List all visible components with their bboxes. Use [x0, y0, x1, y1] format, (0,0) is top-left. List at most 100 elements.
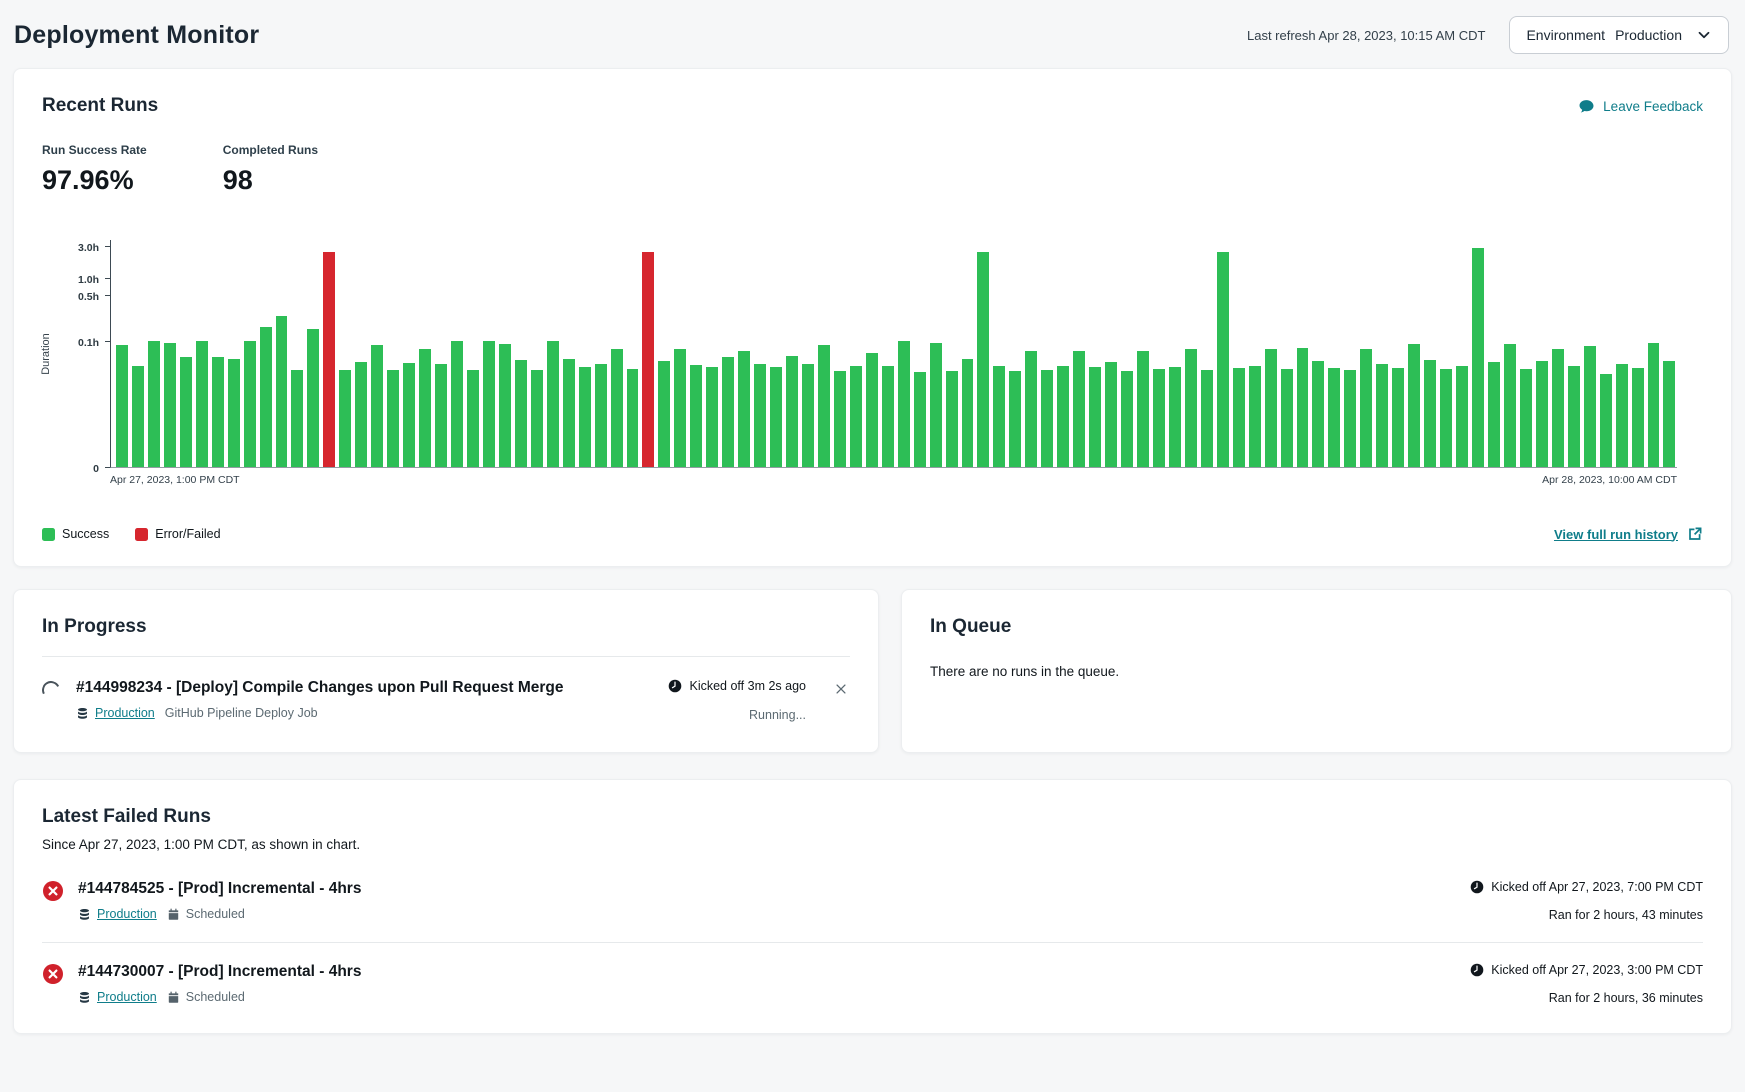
run-bar-success[interactable]	[403, 363, 415, 467]
run-bar-success[interactable]	[962, 359, 974, 467]
run-bar-success[interactable]	[339, 370, 351, 467]
run-bar-success[interactable]	[1185, 349, 1197, 467]
run-bar-success[interactable]	[1328, 368, 1340, 467]
run-bar-success[interactable]	[1472, 248, 1484, 467]
run-bar-success[interactable]	[1009, 371, 1021, 467]
run-bar-success[interactable]	[148, 341, 160, 467]
run-bar-success[interactable]	[1600, 374, 1612, 467]
run-bar-success[interactable]	[1105, 362, 1117, 468]
run-bar-success[interactable]	[770, 367, 782, 467]
run-bar-success[interactable]	[738, 351, 750, 467]
run-bar-success[interactable]	[930, 343, 942, 467]
run-bar-success[interactable]	[1552, 349, 1564, 467]
environment-dropdown[interactable]: Environment Production	[1509, 16, 1729, 54]
run-bar-success[interactable]	[866, 353, 878, 468]
run-bar-success[interactable]	[515, 360, 527, 467]
run-bar-success[interactable]	[1344, 370, 1356, 467]
run-bar-success[interactable]	[1281, 369, 1293, 467]
run-bar-success[interactable]	[387, 370, 399, 467]
run-bar-success[interactable]	[1137, 351, 1149, 467]
run-bar-success[interactable]	[435, 364, 447, 467]
run-bar-success[interactable]	[1440, 369, 1452, 467]
run-bar-success[interactable]	[1265, 349, 1277, 467]
run-bar-success[interactable]	[244, 341, 256, 467]
run-bar-success[interactable]	[786, 356, 798, 467]
run-bar-success[interactable]	[1392, 368, 1404, 467]
run-bar-success[interactable]	[1488, 362, 1500, 467]
run-bar-success[interactable]	[1632, 368, 1644, 467]
run-bar-success[interactable]	[1424, 360, 1436, 467]
run-bar-success[interactable]	[355, 362, 367, 468]
run-bar-success[interactable]	[483, 341, 495, 467]
run-bar-success[interactable]	[371, 345, 383, 467]
run-bar-success[interactable]	[1169, 367, 1181, 467]
run-bar-success[interactable]	[1217, 252, 1229, 467]
run-bar-success[interactable]	[1584, 346, 1596, 467]
run-bar-success[interactable]	[914, 372, 926, 467]
run-bar-success[interactable]	[1057, 366, 1069, 467]
run-bar-success[interactable]	[1504, 344, 1516, 467]
run-bar-success[interactable]	[627, 369, 639, 467]
close-icon[interactable]	[832, 680, 850, 698]
run-bar-success[interactable]	[658, 361, 670, 467]
run-bar-success[interactable]	[451, 341, 463, 467]
run-bar-success[interactable]	[722, 357, 734, 467]
run-bar-success[interactable]	[579, 367, 591, 467]
run-bar-success[interactable]	[180, 357, 192, 467]
run-bar-success[interactable]	[531, 370, 543, 467]
environment-link[interactable]: Production	[97, 990, 157, 1004]
run-bar-success[interactable]	[706, 367, 718, 467]
run-bar-success[interactable]	[116, 345, 128, 467]
run-bar-success[interactable]	[467, 370, 479, 467]
run-bar-success[interactable]	[212, 357, 224, 467]
run-bar-success[interactable]	[499, 344, 511, 467]
run-bar-success[interactable]	[1568, 366, 1580, 467]
run-bar-success[interactable]	[1041, 370, 1053, 467]
run-bar-success[interactable]	[1312, 361, 1324, 467]
run-bar-success[interactable]	[1360, 349, 1372, 467]
run-bar-success[interactable]	[1520, 369, 1532, 467]
run-bar-success[interactable]	[1456, 366, 1468, 467]
run-bar-success[interactable]	[1201, 370, 1213, 467]
run-bar-success[interactable]	[818, 345, 830, 467]
run-bar-success[interactable]	[882, 366, 894, 467]
run-bar-success[interactable]	[946, 371, 958, 467]
run-bar-success[interactable]	[307, 329, 319, 467]
run-bar-success[interactable]	[1249, 366, 1261, 467]
run-bar-success[interactable]	[1648, 343, 1660, 467]
run-bar-success[interactable]	[196, 341, 208, 467]
environment-link[interactable]: Production	[95, 706, 155, 720]
run-bar-success[interactable]	[291, 370, 303, 467]
run-bar-success[interactable]	[563, 359, 575, 467]
run-bar-success[interactable]	[1616, 364, 1628, 467]
run-bar-success[interactable]	[674, 349, 686, 467]
run-bar-success[interactable]	[834, 371, 846, 468]
run-bar-success[interactable]	[611, 349, 623, 467]
run-bar-success[interactable]	[164, 343, 176, 467]
run-bar-success[interactable]	[1663, 361, 1675, 467]
run-bar-success[interactable]	[595, 364, 607, 467]
run-bar-success[interactable]	[1536, 361, 1548, 467]
run-bar-success[interactable]	[132, 366, 144, 467]
view-full-run-history-link[interactable]: View full run history	[1554, 526, 1703, 542]
run-bar-success[interactable]	[1073, 351, 1085, 467]
run-bar-success[interactable]	[1376, 364, 1388, 467]
run-bar-failed[interactable]	[323, 252, 335, 467]
run-bar-failed[interactable]	[642, 252, 654, 467]
run-bar-success[interactable]	[260, 327, 272, 467]
run-bar-success[interactable]	[1153, 369, 1165, 467]
run-bar-success[interactable]	[1089, 367, 1101, 467]
run-bar-success[interactable]	[690, 365, 702, 467]
run-bar-success[interactable]	[898, 341, 910, 467]
run-bar-success[interactable]	[1408, 344, 1420, 467]
run-bar-success[interactable]	[1025, 351, 1037, 467]
run-bar-success[interactable]	[802, 364, 814, 467]
run-bar-success[interactable]	[993, 366, 1005, 467]
run-bar-success[interactable]	[419, 349, 431, 467]
run-bar-success[interactable]	[547, 341, 559, 467]
run-bar-success[interactable]	[754, 364, 766, 467]
leave-feedback-link[interactable]: Leave Feedback	[1578, 98, 1703, 115]
run-bar-success[interactable]	[1233, 368, 1245, 467]
run-bar-success[interactable]	[1121, 371, 1133, 467]
run-bar-success[interactable]	[1297, 348, 1309, 467]
